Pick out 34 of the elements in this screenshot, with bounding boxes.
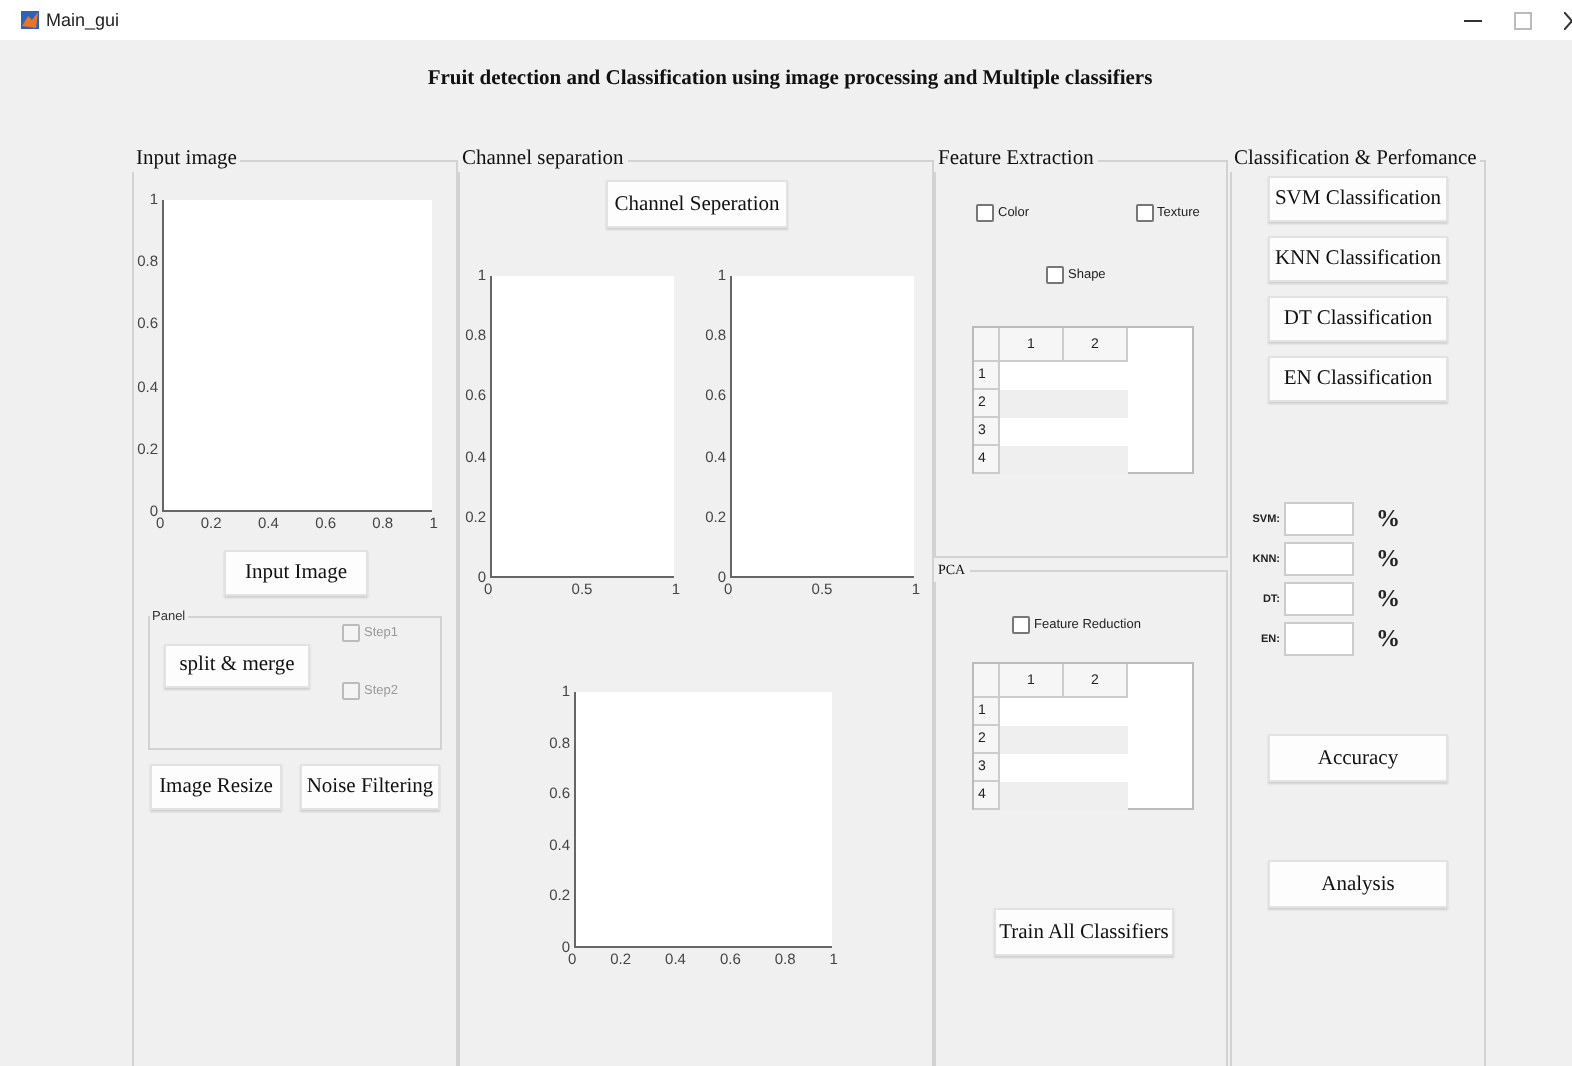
table-cell — [1000, 726, 1064, 754]
input-field[interactable] — [1284, 622, 1354, 656]
button[interactable]: Channel Seperation — [606, 180, 788, 228]
app-icon — [20, 10, 40, 30]
button[interactable]: split & merge — [164, 643, 310, 687]
panel-title: Classification & Perfomance — [1232, 148, 1479, 172]
panel-title: Feature Extraction — [936, 148, 1096, 172]
button[interactable]: Noise Filtering — [300, 764, 440, 810]
window-title: Main_gui — [46, 10, 120, 30]
table-cell — [1000, 390, 1064, 418]
button[interactable]: DT Classification — [1268, 296, 1448, 342]
button[interactable]: Image Resize — [150, 764, 282, 810]
button[interactable]: Input Image — [224, 550, 368, 596]
panel-title: Input image — [134, 148, 239, 172]
percent-sign: % — [1376, 584, 1400, 614]
button[interactable]: Analysis — [1268, 860, 1448, 908]
checkbox[interactable] — [976, 204, 994, 222]
checkbox[interactable] — [1046, 266, 1064, 284]
panel-title: Channel separation — [460, 148, 626, 172]
input-field[interactable] — [1284, 582, 1354, 616]
button[interactable]: SVM Classification — [1268, 176, 1448, 222]
input-field[interactable] — [1284, 502, 1354, 536]
percent-sign: % — [1376, 504, 1400, 534]
gui-heading: Fruit detection and Classification using image processing and Multiple classifiers — [425, 66, 1155, 94]
checkbox[interactable] — [1135, 204, 1154, 222]
button[interactable]: Train All Classifiers — [994, 908, 1174, 956]
button[interactable]: Accuracy — [1268, 734, 1448, 782]
checkbox[interactable] — [1012, 616, 1030, 634]
percent-sign: % — [1376, 544, 1400, 574]
input-field[interactable] — [1284, 542, 1354, 576]
close-icon[interactable] — [1564, 11, 1572, 29]
percent-sign: % — [1376, 624, 1400, 654]
button[interactable]: EN Classification — [1268, 356, 1448, 402]
button[interactable]: KNN Classification — [1268, 236, 1448, 282]
